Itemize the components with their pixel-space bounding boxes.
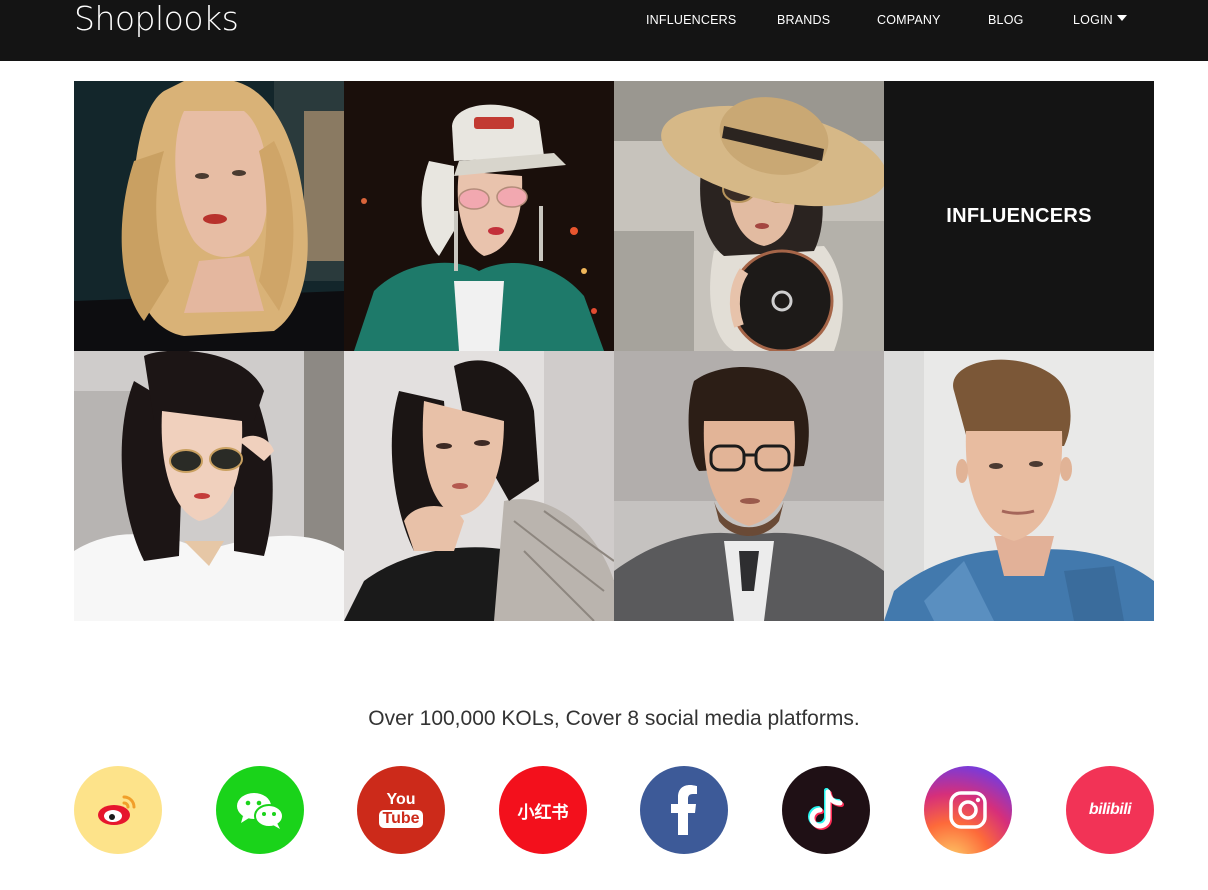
influencer-photo-2[interactable] xyxy=(344,81,614,351)
kol-coverage-tagline: Over 100,000 KOLs, Cover 8 social media … xyxy=(368,707,860,730)
influencer-photo-man-with-glasses xyxy=(614,351,884,621)
bilibili-icon: bilibili xyxy=(1088,801,1132,818)
tiktok-platform-button[interactable] xyxy=(782,766,870,854)
nav-influencers-link[interactable]: INFLUENCERS xyxy=(646,12,736,28)
bilibili-platform-button[interactable]: bilibili xyxy=(1066,766,1154,854)
shoplooks-logo[interactable]: Shoplooks xyxy=(74,0,239,40)
caret-down-icon[interactable] xyxy=(1117,15,1127,21)
instagram-icon xyxy=(949,791,987,829)
influencer-photo-blonde-woman xyxy=(74,81,344,351)
influencer-grid: INFLUENCERS xyxy=(74,81,1154,621)
top-navigation-bar: Shoplooks INFLUENCERS BRANDS COMPANY BLO… xyxy=(0,0,1208,61)
wechat-platform-button[interactable] xyxy=(216,766,304,854)
influencers-title-tile[interactable]: INFLUENCERS xyxy=(884,81,1154,351)
nav-login-dropdown[interactable]: LOGIN xyxy=(1073,12,1113,28)
influencer-photo-3[interactable] xyxy=(614,81,884,351)
youtube-platform-button[interactable]: You Tube xyxy=(357,766,445,854)
facebook-platform-button[interactable] xyxy=(640,766,728,854)
influencer-photo-1[interactable] xyxy=(74,81,344,351)
xiaohongshu-platform-button[interactable]: 小红书 xyxy=(499,766,587,854)
influencer-photo-8[interactable] xyxy=(884,351,1154,621)
weibo-icon xyxy=(98,795,136,825)
influencer-photo-woman-in-sunglasses xyxy=(74,351,344,621)
weibo-platform-button[interactable] xyxy=(74,766,162,854)
influencer-photo-5[interactable] xyxy=(74,351,344,621)
influencers-tile-heading: INFLUENCERS xyxy=(946,204,1092,227)
xiaohongshu-icon: 小红书 xyxy=(517,802,569,823)
influencer-photo-6[interactable] xyxy=(344,351,614,621)
youtube-icon: You Tube xyxy=(379,791,423,828)
youtube-wordmark-bottom: Tube xyxy=(379,810,423,828)
instagram-platform-button[interactable] xyxy=(924,766,1012,854)
influencer-photo-woman-in-checked-blazer xyxy=(344,351,614,621)
tiktok-icon xyxy=(808,788,844,830)
youtube-wordmark-top: You xyxy=(386,791,416,808)
influencer-photo-woman-in-cap xyxy=(344,81,614,351)
nav-brands-link[interactable]: BRANDS xyxy=(777,12,830,28)
influencer-photo-7[interactable] xyxy=(614,351,884,621)
wechat-icon xyxy=(237,793,284,829)
nav-company-link[interactable]: COMPANY xyxy=(877,12,941,28)
nav-blog-link[interactable]: BLOG xyxy=(988,12,1024,28)
facebook-icon xyxy=(671,785,697,835)
influencer-photo-man-in-denim xyxy=(884,351,1154,621)
influencer-photo-woman-in-straw-hat xyxy=(614,81,884,351)
